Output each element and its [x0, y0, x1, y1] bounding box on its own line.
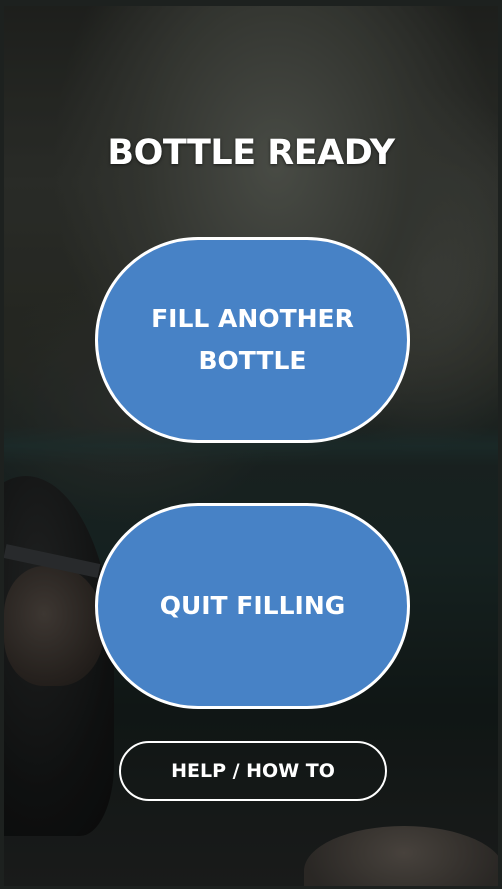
help-how-to-button[interactable]: HELP / HOW TO [119, 741, 387, 801]
screen-content: BOTTLE READY FILL ANOTHER BOTTLE QUIT FI… [0, 0, 502, 889]
page-title: BOTTLE READY [107, 133, 395, 173]
quit-filling-button[interactable]: QUIT FILLING [95, 503, 410, 709]
fill-another-bottle-button[interactable]: FILL ANOTHER BOTTLE [95, 237, 410, 443]
help-how-to-label: HELP / HOW TO [171, 760, 335, 782]
fill-another-bottle-label: FILL ANOTHER BOTTLE [151, 304, 354, 375]
quit-filling-label: QUIT FILLING [159, 591, 346, 620]
